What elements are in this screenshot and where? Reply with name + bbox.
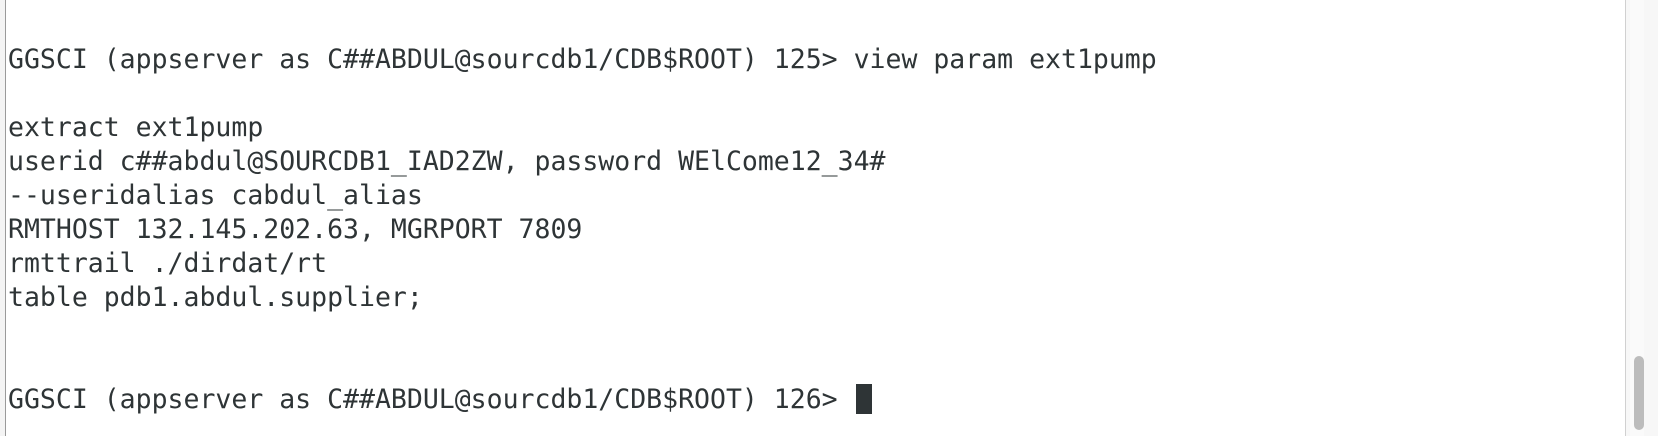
prompt-line-126[interactable]: GGSCI (appserver as C##ABDUL@sourcdb1/CD… (8, 382, 872, 418)
prompt-line-125: GGSCI (appserver as C##ABDUL@sourcdb1/CD… (8, 44, 1157, 75)
output-line-rmttrail: rmttrail ./dirdat/rt (8, 248, 328, 279)
prompt-text: GGSCI (appserver as C##ABDUL@sourcdb1/CD… (8, 384, 854, 415)
scrollbar-thumb[interactable] (1634, 356, 1644, 430)
output-line-userid: userid c##abdul@SOURCDB1_IAD2ZW, passwor… (8, 146, 886, 177)
left-window-edge (0, 0, 6, 436)
output-line-rmthost: RMTHOST 132.145.202.63, MGRPORT 7809 (8, 214, 583, 245)
block-cursor-icon (855, 384, 872, 414)
output-line-extract: extract ext1pump (8, 112, 264, 143)
terminal-window: GGSCI (appserver as C##ABDUL@sourcdb1/CD… (0, 0, 1658, 436)
output-line-useridalias: --useridalias cabdul_alias (8, 180, 423, 211)
terminal-output[interactable]: GGSCI (appserver as C##ABDUL@sourcdb1/CD… (8, 0, 1620, 436)
output-line-table: table pdb1.abdul.supplier; (8, 282, 423, 313)
